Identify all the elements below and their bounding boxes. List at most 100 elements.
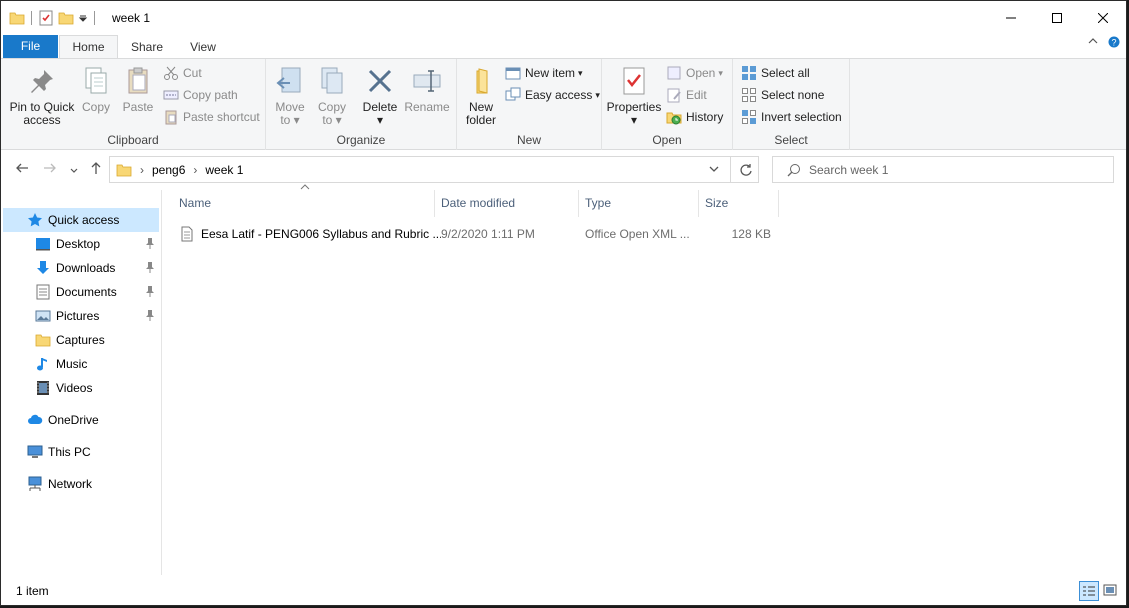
edit-label: Edit (686, 88, 707, 102)
window-controls (988, 1, 1126, 34)
sidebar-item-onedrive[interactable]: OneDrive (27, 408, 99, 432)
open-button[interactable]: Open ▾ (666, 64, 723, 82)
star-icon (27, 212, 43, 228)
breadcrumb-chevron-icon[interactable]: › (140, 163, 144, 177)
breadcrumb-chevron-icon[interactable]: › (193, 163, 197, 177)
tab-view[interactable]: View (183, 36, 223, 58)
collapse-ribbon-icon[interactable] (1088, 36, 1098, 51)
tab-share[interactable]: Share (126, 36, 168, 58)
copy-to-button[interactable]: Copy to ▾ (314, 65, 350, 127)
maximize-icon (1052, 12, 1062, 23)
search-box[interactable]: Search week 1 (772, 156, 1114, 183)
documents-icon (35, 284, 51, 300)
cut-button[interactable]: Cut (163, 64, 202, 82)
breadcrumb-week-1[interactable]: week 1 (205, 163, 243, 177)
move-to-icon (274, 65, 306, 97)
sidebar-item-documents[interactable]: Documents (35, 280, 117, 304)
column-header-name[interactable]: Name (173, 190, 435, 217)
new-folder-button[interactable]: New folder (461, 65, 501, 127)
details-view-button[interactable] (1079, 581, 1099, 601)
address-bar[interactable]: › peng6 › week 1 (109, 156, 759, 183)
select-none-button[interactable]: Select none (741, 86, 824, 104)
navigation-bar: › peng6 › week 1 Search week 1 (1, 150, 1126, 190)
breadcrumb-peng6[interactable]: peng6 (152, 163, 185, 177)
customize-toolbar-icon[interactable] (78, 10, 88, 26)
large-icons-view-button[interactable] (1101, 581, 1121, 601)
sidebar-item-downloads[interactable]: Downloads (35, 256, 115, 280)
easy-access-button[interactable]: Easy access ▾ (505, 86, 600, 104)
status-bar: 1 item (1, 577, 1126, 605)
delete-button[interactable]: Delete ▾ (362, 65, 398, 127)
invert-selection-button[interactable]: Invert selection (741, 108, 842, 126)
separator (94, 11, 95, 25)
help-icon[interactable]: ? (1108, 36, 1120, 51)
clipboard-group: Pin to Quick access Copy Paste Cut Copy … (1, 59, 266, 150)
sidebar-item-this-pc[interactable]: This PC (27, 440, 91, 464)
paste-shortcut-icon (163, 109, 179, 125)
sidebar-item-videos[interactable]: Videos (35, 376, 92, 400)
properties-button[interactable]: Properties ▾ (606, 65, 662, 127)
up-arrow-icon (91, 162, 101, 174)
sidebar-item-captures[interactable]: Captures (35, 328, 105, 352)
up-button[interactable] (89, 161, 103, 178)
this-pc-label: This PC (48, 445, 91, 459)
column-header-date-modified[interactable]: Date modified (435, 190, 579, 217)
paste-button[interactable]: Paste (119, 65, 157, 114)
sidebar-item-label: Downloads (56, 261, 116, 275)
new-folder-label-2: folder (465, 113, 497, 127)
pin-to-quick-access-button[interactable]: Pin to Quick access (7, 65, 77, 127)
edit-button[interactable]: Edit (666, 86, 707, 104)
address-dropdown-icon[interactable] (708, 163, 720, 178)
copy-path-button[interactable]: Copy path (163, 86, 238, 104)
search-icon (787, 163, 801, 177)
sidebar-item-network[interactable]: Network (27, 472, 92, 496)
recent-locations-button[interactable] (69, 163, 79, 179)
pin-icon (26, 65, 58, 97)
column-header-size[interactable]: Size (699, 190, 779, 217)
sidebar-item-music[interactable]: Music (35, 352, 87, 376)
new-folder-icon[interactable] (58, 10, 74, 26)
new-item-label: New item (525, 66, 576, 80)
new-item-button[interactable]: New item ▾ (505, 64, 583, 82)
tab-file[interactable]: File (3, 35, 58, 58)
maximize-button[interactable] (1034, 1, 1080, 34)
pin-label-2: access (23, 113, 61, 127)
copy-button[interactable]: Copy (79, 65, 113, 114)
properties-icon[interactable] (38, 10, 54, 26)
file-size: 128 KB (731, 227, 771, 241)
sidebar-item-label: Pictures (56, 309, 100, 323)
history-icon (666, 109, 682, 125)
sidebar-item-pictures[interactable]: Pictures (35, 304, 99, 328)
minimize-button[interactable] (988, 1, 1034, 34)
separator (31, 11, 32, 25)
select-group-label: Select (774, 133, 808, 147)
navigation-pane: Quick access Desktop Downloads Documents (1, 190, 162, 575)
column-header-type[interactable]: Type (579, 190, 699, 217)
cloud-icon (27, 412, 43, 428)
back-button[interactable] (15, 161, 29, 178)
close-button[interactable] (1080, 1, 1126, 34)
select-all-button[interactable]: Select all (741, 64, 810, 82)
paste-shortcut-button[interactable]: Paste shortcut (163, 108, 260, 126)
tab-home[interactable]: Home (59, 35, 118, 59)
ribbon-tabs: File Home Share View ? (1, 34, 1126, 59)
rename-button[interactable]: Rename (404, 65, 450, 114)
history-button[interactable]: History (666, 108, 723, 126)
item-count: 1 item (16, 584, 49, 598)
move-to-button[interactable]: Move to ▾ (272, 65, 308, 127)
table-row[interactable]: Eesa Latif - PENG006 Syllabus and Rubric… (179, 223, 779, 245)
refresh-button[interactable] (730, 156, 760, 183)
videos-icon (35, 380, 51, 396)
music-note-icon (35, 356, 51, 372)
sidebar-item-quick-access[interactable]: Quick access (3, 208, 159, 232)
document-icon (179, 226, 195, 242)
forward-button[interactable] (43, 161, 57, 178)
pin-icon (145, 261, 155, 276)
file-date-modified: 9/2/2020 1:11 PM (441, 227, 535, 241)
copy-path-icon (163, 87, 179, 103)
select-all-label: Select all (761, 66, 810, 80)
invert-selection-label: Invert selection (761, 110, 842, 124)
sidebar-item-desktop[interactable]: Desktop (35, 232, 100, 256)
file-name: Eesa Latif - PENG006 Syllabus and Rubric… (201, 227, 441, 241)
svg-text:?: ? (1111, 38, 1116, 48)
